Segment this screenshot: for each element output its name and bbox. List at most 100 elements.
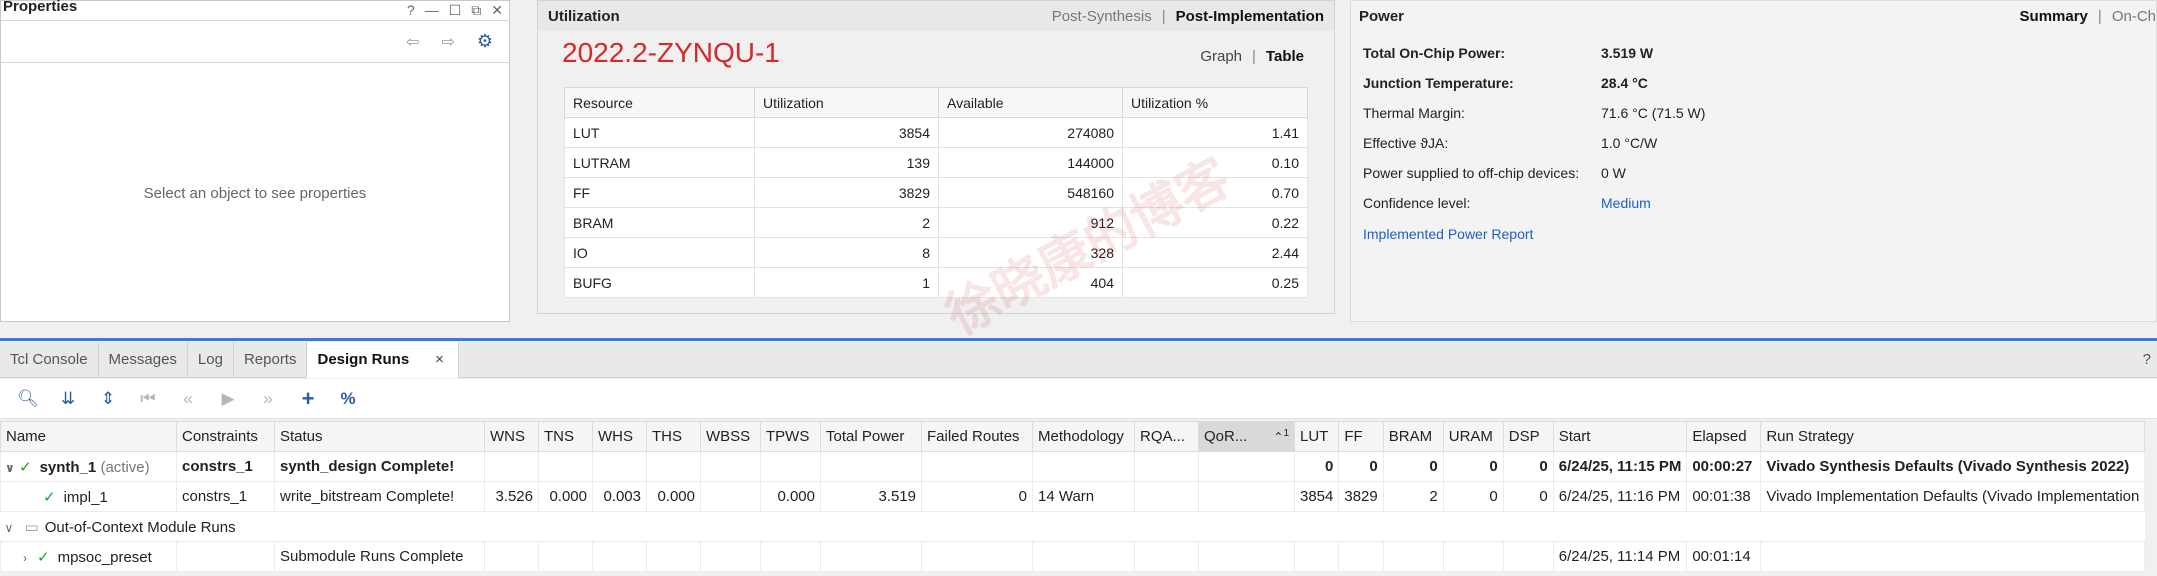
run-name-cell[interactable]: › ✓ mpsoc_preset [0, 541, 177, 572]
power-value: 3.519 W [1601, 45, 1654, 61]
float-icon[interactable]: ⧉ [471, 2, 481, 19]
runs-col-header[interactable]: DSP [1502, 421, 1554, 452]
first-icon[interactable]: ⏮ [128, 389, 168, 409]
on-chip-tab[interactable]: On-Ch [2112, 8, 2156, 25]
back-arrow-icon[interactable]: ⇦ [406, 32, 419, 52]
post-synthesis-tab[interactable]: Post-Synthesis [1052, 8, 1152, 25]
sort-indicator-icon: ⌃1 [1273, 428, 1289, 444]
play-icon[interactable]: ▶ [208, 389, 248, 409]
runs-col-header[interactable]: FF [1338, 421, 1384, 452]
expand-all-icon[interactable]: ⇕ [88, 389, 128, 409]
summary-tab[interactable]: Summary [2020, 8, 2088, 25]
forward-arrow-icon[interactable]: ⇨ [441, 32, 454, 52]
run-group-row[interactable]: ∨ ▭ Out-of-Context Module Runs [0, 511, 2145, 542]
tab-log[interactable]: Log [188, 341, 234, 378]
confidence-level-link[interactable]: Medium [1601, 195, 1651, 211]
utilization-row[interactable]: LUT 3854 274080 1.41 [564, 117, 1308, 148]
runs-col-header[interactable]: RQA... [1134, 421, 1199, 452]
run-cell: 0 [1502, 451, 1554, 482]
properties-title: Properties [3, 0, 78, 15]
implemented-power-report-link[interactable]: Implemented Power Report [1363, 226, 1533, 242]
runs-col-header[interactable]: Total Power [820, 421, 922, 452]
percent-icon[interactable]: % [328, 389, 368, 409]
runs-col-header[interactable]: THS [646, 421, 701, 452]
col-utilization-pct[interactable]: Utilization % [1122, 87, 1308, 118]
chevron-icon[interactable]: › [23, 551, 37, 565]
runs-col-header[interactable]: LUT [1293, 421, 1340, 452]
runs-col-header[interactable]: Name [0, 421, 177, 452]
runs-col-header[interactable]: Methodology [1032, 421, 1135, 452]
help-icon[interactable]: ? [407, 2, 415, 19]
properties-toolbar: ⇦ ⇨ ⚙ [1, 21, 509, 63]
utilization-row[interactable]: IO 8 328 2.44 [564, 237, 1308, 268]
utilization-row[interactable]: BUFG 1 404 0.25 [564, 267, 1308, 298]
runs-col-label: RQA... [1140, 428, 1186, 445]
collapse-all-icon[interactable]: ⇊ [48, 389, 88, 409]
run-cell: 3854 [1293, 481, 1340, 512]
run-cell: 3.526 [484, 481, 539, 512]
col-utilization[interactable]: Utilization [754, 87, 939, 118]
runs-col-header[interactable]: WBSS [700, 421, 761, 452]
tab-reports[interactable]: Reports [234, 341, 308, 378]
run-row-ooc[interactable]: › ✓ mpsoc_preset Submodule Runs Complete 6/2… [0, 541, 2146, 572]
minimize-icon[interactable]: — [425, 2, 439, 19]
runs-col-header[interactable]: TNS [538, 421, 593, 452]
design-runs-toolbar: 🔍︎ ⇊ ⇕ ⏮ « ▶ » + % [0, 379, 2157, 419]
previous-icon[interactable]: « [168, 389, 208, 409]
close-tab-icon[interactable]: × [435, 351, 444, 368]
runs-col-header[interactable]: BRAM [1382, 421, 1444, 452]
col-available[interactable]: Available [938, 87, 1123, 118]
runs-col-label: QoR... [1204, 428, 1248, 445]
utilization-row[interactable]: LUTRAM 139 144000 0.10 [564, 147, 1308, 178]
utilization-row[interactable]: FF 3829 548160 0.70 [564, 177, 1308, 208]
gear-icon[interactable]: ⚙ [477, 31, 493, 52]
utilization-cell: LUTRAM [564, 147, 755, 178]
post-implementation-tab[interactable]: Post-Implementation [1176, 8, 1324, 25]
runs-col-label: BRAM [1388, 428, 1433, 445]
runs-col-header[interactable]: Run Strategy [1760, 421, 2146, 452]
tab-design-runs[interactable]: Design Runs × [307, 341, 459, 378]
runs-col-header[interactable]: Failed Routes [921, 421, 1033, 452]
utilization-row[interactable]: BRAM 2 912 0.22 [564, 207, 1308, 238]
run-row-impl[interactable]: ✓ impl_1 constrs_1 write_bitstream Complete… [0, 481, 2146, 512]
run-name-cell[interactable]: ✓ impl_1 [0, 481, 177, 512]
power-value: 1.0 °C/W [1601, 135, 1658, 151]
runs-col-label: DSP [1508, 428, 1540, 445]
help-icon[interactable]: ? [2143, 351, 2151, 368]
runs-col-header[interactable]: Elapsed [1686, 421, 1762, 452]
tab-messages[interactable]: Messages [99, 341, 188, 378]
utilization-cell: 8 [754, 237, 939, 268]
runs-col-label: TPWS [766, 428, 810, 445]
utilization-cell: 274080 [938, 117, 1123, 148]
table-view-tab[interactable]: Table [1266, 48, 1304, 65]
power-row: Confidence level: Medium [1363, 195, 1651, 211]
run-row-synth[interactable]: ∨ ✓ synth_1 (active) constrs_1 synth_design … [0, 451, 2146, 482]
utilization-table: Resource Utilization Available Utilizati… [564, 87, 1308, 298]
col-resource[interactable]: Resource [564, 87, 755, 118]
runs-col-header[interactable]: QoR... ⌃1 [1198, 421, 1295, 452]
next-icon[interactable]: » [248, 389, 288, 409]
runs-col-header[interactable]: WHS [592, 421, 647, 452]
run-name-cell[interactable]: ∨ ✓ synth_1 (active) [0, 451, 177, 482]
runs-col-header[interactable]: TPWS [760, 421, 821, 452]
device-label: 2022.2-ZYNQU-1 [562, 37, 780, 68]
run-group-cell[interactable]: ∨ ▭ Out-of-Context Module Runs [0, 511, 2145, 542]
power-title: Power [1359, 7, 1405, 25]
runs-col-header[interactable]: URAM [1442, 421, 1504, 452]
utilization-cell: 0.70 [1122, 177, 1308, 208]
runs-col-header[interactable]: Status [274, 421, 485, 452]
chevron-down-icon[interactable]: ∨ [5, 521, 19, 535]
runs-col-header[interactable]: Constraints [176, 421, 275, 452]
chevron-icon[interactable]: ∨ [5, 461, 19, 475]
runs-col-header[interactable]: WNS [484, 421, 539, 452]
utilization-cell: 0.10 [1122, 147, 1308, 178]
search-icon[interactable]: 🔍︎ [8, 389, 48, 409]
tab-tcl-console[interactable]: Tcl Console [0, 341, 99, 378]
runs-col-label: WBSS [706, 428, 751, 445]
graph-view-tab[interactable]: Graph [1200, 48, 1242, 65]
add-run-icon[interactable]: + [288, 386, 328, 412]
close-icon[interactable]: ✕ [491, 2, 503, 19]
run-cell: 0 [1382, 451, 1444, 482]
runs-col-header[interactable]: Start [1552, 421, 1688, 452]
maximize-icon[interactable]: ☐ [449, 2, 462, 19]
